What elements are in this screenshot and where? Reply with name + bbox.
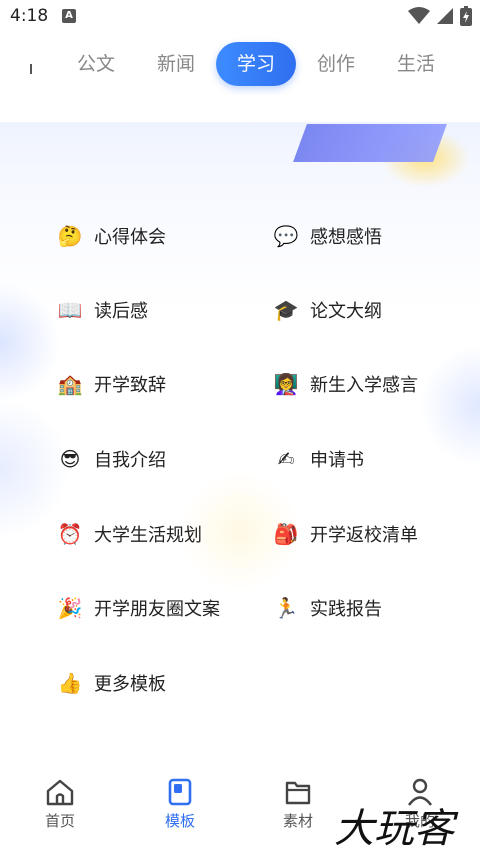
- nav-home-label: 首页: [44, 812, 75, 830]
- template-item[interactable]: ⏰ 大学生活规划: [56, 514, 202, 554]
- home-icon: [46, 779, 74, 806]
- template-label: 开学致辞: [94, 375, 166, 396]
- watermark-logo: 大玩客: [334, 806, 459, 850]
- nav-home[interactable]: 首页: [20, 778, 100, 831]
- template-item[interactable]: ✍ 申请书: [272, 439, 364, 479]
- thumbs-up-icon: 👍: [57, 671, 83, 695]
- nav-template[interactable]: 模板: [140, 778, 220, 831]
- template-item[interactable]: 🎒 开学返校清单: [272, 514, 418, 554]
- template-label: 大学生活规划: [94, 525, 202, 546]
- alarm-clock-icon: ⏰: [57, 522, 83, 546]
- template-icon: [168, 778, 192, 806]
- party-popper-icon: 🎉: [57, 596, 83, 620]
- template-item[interactable]: 🎓 论文大纲: [272, 290, 382, 330]
- tab-scroll-edge: [30, 64, 32, 74]
- nav-template-label: 模板: [164, 812, 195, 830]
- tab-news[interactable]: 新闻: [148, 42, 204, 86]
- folder-icon: [285, 781, 311, 805]
- more-templates-button[interactable]: 👍 更多模板: [56, 663, 166, 703]
- template-label: 自我介绍: [94, 450, 166, 471]
- wifi-icon: [408, 7, 430, 24]
- notification-icon: A: [62, 9, 76, 23]
- template-item[interactable]: 📖 读后感: [56, 290, 148, 330]
- template-label: 开学朋友圈文案: [94, 599, 220, 620]
- template-item[interactable]: 😎 自我介绍: [56, 439, 166, 479]
- template-label: 论文大纲: [310, 301, 382, 322]
- hero-banner-shape: [293, 124, 447, 162]
- teacher-icon: 👩‍🏫: [273, 372, 299, 396]
- nav-material[interactable]: 素材: [258, 778, 338, 831]
- signal-icon: [437, 8, 453, 24]
- nav-material-label: 素材: [282, 812, 313, 830]
- open-book-icon: 📖: [57, 298, 83, 322]
- template-item[interactable]: 🎉 开学朋友圈文案: [56, 588, 220, 628]
- thinking-face-icon: 🤔: [57, 224, 83, 248]
- tab-gongwen[interactable]: 公文: [68, 42, 124, 86]
- template-item[interactable]: 🏃 实践报告: [272, 588, 382, 628]
- speech-bubble-icon: 💬: [273, 224, 299, 248]
- template-item[interactable]: 👩‍🏫 新生入学感言: [272, 364, 418, 404]
- backpack-icon: 🎒: [273, 522, 299, 546]
- running-person-icon: 🏃: [273, 596, 299, 620]
- battery-icon: [460, 6, 472, 26]
- template-label: 更多模板: [94, 674, 166, 695]
- tab-study[interactable]: 学习: [216, 42, 296, 86]
- status-icons: [408, 6, 472, 26]
- svg-text:大玩客: 大玩客: [334, 806, 459, 850]
- category-tabs: 公文 新闻 学习 创作 生活: [0, 38, 480, 94]
- template-label: 感想感悟: [310, 227, 382, 248]
- template-label: 开学返校清单: [310, 525, 418, 546]
- sunglasses-face-icon: 😎: [59, 447, 81, 471]
- writing-hand-icon: ✍: [277, 447, 295, 471]
- template-label: 新生入学感言: [310, 375, 418, 396]
- template-label: 实践报告: [310, 599, 382, 620]
- school-icon: 🏫: [57, 372, 83, 396]
- tab-life[interactable]: 生活: [388, 42, 444, 86]
- status-time: 4:18: [10, 6, 49, 26]
- template-label: 心得体会: [94, 227, 166, 248]
- template-item[interactable]: 🤔 心得体会: [56, 216, 166, 256]
- tab-creation[interactable]: 创作: [308, 42, 364, 86]
- template-label: 读后感: [94, 301, 148, 322]
- graduation-cap-icon: 🎓: [273, 298, 299, 322]
- template-item[interactable]: 💬 感想感悟: [272, 216, 382, 256]
- template-label: 申请书: [310, 450, 364, 471]
- status-bar: 4:18 A: [0, 0, 480, 32]
- template-item[interactable]: 🏫 开学致辞: [56, 364, 166, 404]
